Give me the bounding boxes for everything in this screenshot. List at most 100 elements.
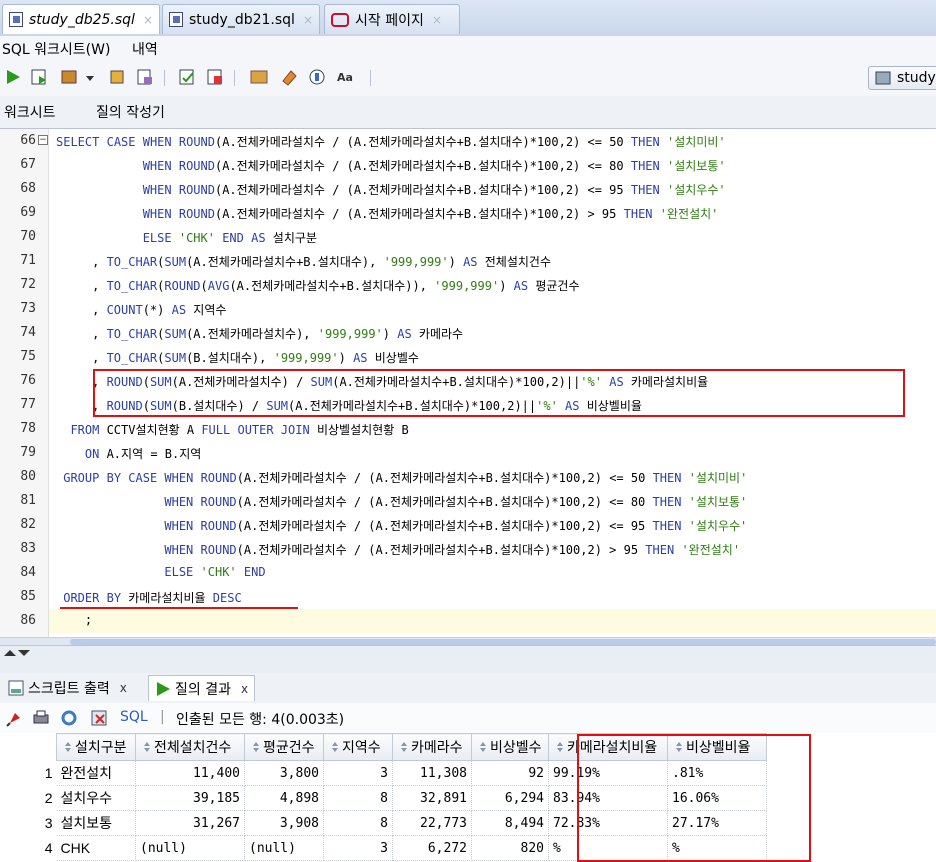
chevron-down-icon[interactable] <box>84 68 96 86</box>
table-cell[interactable]: 22,773 <box>392 810 472 836</box>
menu-sql-worksheet[interactable]: SQL 워크시트(W) <box>2 39 110 59</box>
code-line: , TO_CHAR(SUM(A.전체카메라설치수), '999,999') AS… <box>56 327 464 341</box>
tab-start-page[interactable]: 시작 페이지 × <box>324 4 460 34</box>
line-number-gutter: 66 67 68 69 70 71 72 73 74 75 76 77 78 79 80 81 82 83 84 85… <box>0 129 49 645</box>
table-cell[interactable]: 11,308 <box>392 760 472 786</box>
rollback-icon[interactable] <box>206 68 224 86</box>
table-cell[interactable]: 설치우수 <box>56 785 136 811</box>
explain-plan-icon[interactable] <box>108 68 126 86</box>
row-number-header <box>0 734 57 761</box>
table-cell[interactable]: 4,898 <box>244 785 324 811</box>
print-icon[interactable] <box>32 709 50 727</box>
column-header[interactable]: 설치구분 <box>56 733 136 761</box>
clear-eraser-icon[interactable] <box>280 68 298 86</box>
line-number: 75 <box>20 349 36 364</box>
table-cell[interactable]: 완전설치 <box>56 760 136 786</box>
close-icon[interactable]: x <box>241 682 248 696</box>
format-text-icon[interactable]: Aa <box>336 68 358 86</box>
tab-query-builder[interactable]: 질의 작성기 <box>96 102 165 122</box>
column-header[interactable]: 지역수 <box>323 733 393 761</box>
line-number: 68 <box>20 181 36 196</box>
connection-selector[interactable]: study <box>868 66 936 90</box>
table-cell[interactable]: 39,185 <box>135 785 245 811</box>
column-header[interactable]: 비상벨수 <box>471 733 549 761</box>
menu-history[interactable]: 내역 <box>132 39 158 59</box>
table-cell[interactable]: 31,267 <box>135 810 245 836</box>
underline-order-by <box>60 607 298 609</box>
sort-icon[interactable] <box>61 741 72 753</box>
column-header[interactable]: 평균건수 <box>244 733 324 761</box>
column-header[interactable]: 카메라수 <box>392 733 472 761</box>
table-cell[interactable]: 3,800 <box>244 760 324 786</box>
table-cell[interactable]: 3,908 <box>244 810 324 836</box>
run-script-icon[interactable] <box>30 68 48 86</box>
column-header-label: 비상벨수 <box>490 740 542 756</box>
sql-editor[interactable]: 66 67 68 69 70 71 72 73 74 75 76 77 78 79 80 81 82 83 84 85… <box>0 129 936 645</box>
toolbar-separator <box>234 70 235 86</box>
table-cell[interactable]: (null) <box>135 835 245 861</box>
explain-query-icon[interactable] <box>308 68 326 86</box>
code-line: ELSE 'CHK' END AS 설치구분 <box>142 231 317 245</box>
table-cell[interactable]: 3 <box>323 760 393 786</box>
column-header-label: 설치구분 <box>75 740 127 756</box>
code-line: ; <box>56 613 93 627</box>
table-cell[interactable]: 8 <box>323 810 393 836</box>
panel-splitter[interactable] <box>0 645 936 674</box>
code-line: ON A.지역 = B.지역 <box>84 447 202 461</box>
code-line: WHEN ROUND(A.전체카메라설치수 / (A.전체카메라설치수+B.설치… <box>142 207 719 221</box>
table-cell[interactable]: 설치보통 <box>56 810 136 836</box>
sort-icon[interactable] <box>140 741 151 753</box>
tab-study-db21[interactable]: study_db21.sql × <box>162 4 320 34</box>
tab-label: 질의 결과 <box>175 681 231 698</box>
table-cell[interactable]: 32,891 <box>392 785 472 811</box>
code-line: GROUP BY CASE WHEN ROUND(A.전체카메라설치수 / (A… <box>63 471 748 485</box>
sql-history-icon[interactable] <box>250 68 268 86</box>
row-number: 3 <box>44 815 53 831</box>
close-icon[interactable]: x <box>120 681 127 695</box>
result-grid[interactable]: 설치구분 전체설치건수 평균건수 지역수 카메라수 비상벨수 카메라설치비율 비상벨비율 1완… <box>0 733 936 862</box>
table-cell[interactable]: 8 <box>323 785 393 811</box>
tab-script-output[interactable]: 스크립트 출력 x <box>2 675 133 701</box>
commit-icon[interactable] <box>178 68 196 86</box>
close-icon[interactable]: × <box>143 13 153 27</box>
horizontal-scrollbar[interactable] <box>0 637 936 645</box>
pin-icon[interactable] <box>6 709 24 727</box>
run-statement-icon[interactable] <box>4 68 22 86</box>
column-header[interactable]: 전체설치건수 <box>135 733 245 761</box>
fold-collapse-icon[interactable]: − <box>38 135 48 145</box>
table-cell[interactable]: 92 <box>471 760 549 786</box>
close-icon[interactable]: × <box>303 13 313 27</box>
refresh-icon[interactable] <box>60 709 78 727</box>
sql-link[interactable]: SQL <box>120 709 148 725</box>
tab-worksheet[interactable]: 워크시트 <box>4 102 56 122</box>
table-cell[interactable]: 8,494 <box>471 810 549 836</box>
sort-icon[interactable] <box>249 741 260 753</box>
row-number: 1 <box>44 765 53 781</box>
sort-icon[interactable] <box>553 741 564 753</box>
cancel-query-icon[interactable] <box>90 709 108 727</box>
table-cell[interactable]: 3 <box>323 835 393 861</box>
close-icon[interactable]: × <box>432 13 442 27</box>
row-number: 4 <box>44 840 53 856</box>
autotrace-icon[interactable] <box>60 68 78 86</box>
tab-label: 시작 페이지 <box>355 12 424 29</box>
sort-icon[interactable] <box>397 741 408 753</box>
table-cell[interactable]: 11,400 <box>135 760 245 786</box>
line-number: 84 <box>20 565 36 580</box>
code-line: ELSE 'CHK' END <box>164 565 266 579</box>
table-cell[interactable]: CHK <box>56 835 136 861</box>
table-cell[interactable]: (null) <box>244 835 324 861</box>
code-line: WHEN ROUND(A.전체카메라설치수 / (A.전체카메라설치수+B.설치… <box>164 543 741 557</box>
table-cell[interactable]: 6,272 <box>392 835 472 861</box>
code-line: , TO_CHAR(SUM(B.설치대수), '999,999') AS 비상벨… <box>56 351 419 365</box>
table-cell[interactable]: 820 <box>471 835 549 861</box>
tune-sql-icon[interactable] <box>136 68 154 86</box>
table-cell[interactable]: 6,294 <box>471 785 549 811</box>
tab-query-result[interactable]: 질의 결과 x <box>148 675 256 701</box>
tab-study-db25[interactable]: study_db25.sql × <box>2 4 160 34</box>
line-number: 80 <box>20 469 36 484</box>
splitter-arrows-icon <box>4 650 30 656</box>
sort-icon[interactable] <box>328 741 339 753</box>
line-number: 86 <box>20 613 36 628</box>
sort-icon[interactable] <box>476 741 487 753</box>
